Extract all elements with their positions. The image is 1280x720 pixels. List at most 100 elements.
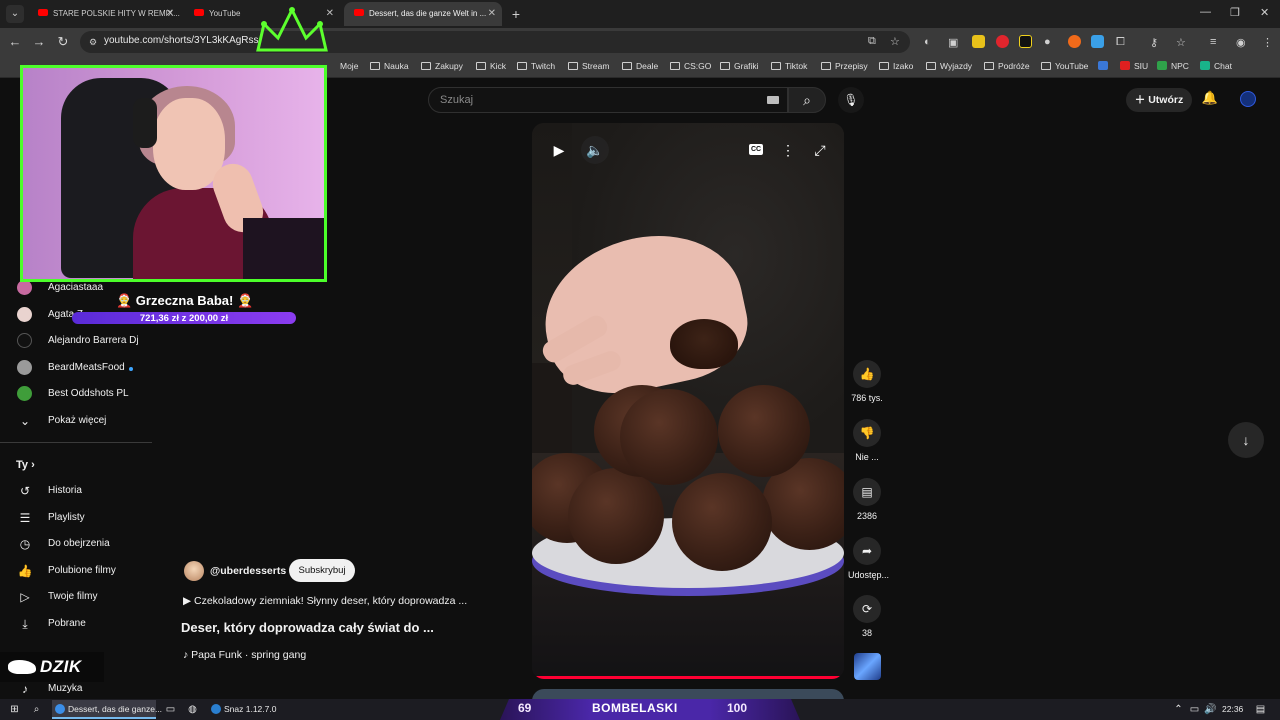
bookmark-stream[interactable]: Stream [568,61,609,71]
sidebar-channel-beardmeatsfood[interactable]: BeardMeatsFood [0,356,152,382]
remix-icon[interactable]: ⟳ [853,595,881,623]
restore-icon[interactable]: ❐ [1230,6,1240,19]
cast-icon[interactable]: ⧉ [868,35,876,48]
sidebar-show-more[interactable]: ⌄ Pokaż więcej [0,409,152,435]
sidebar-channel-best-oddshots[interactable]: Best Oddshots PL [0,382,152,408]
sidebar-item-historia[interactable]: ↺ Historia [0,479,152,505]
create-button[interactable]: ＋ Utwórz [1126,88,1192,112]
network-icon[interactable]: ▭ [1188,703,1201,716]
shorts-video-player[interactable]: ▶ 🔈 CC ⋮ ⤢ [532,123,844,679]
tab-search-button[interactable]: ⌄ [6,5,24,23]
play-icon[interactable]: ▶ [545,136,573,164]
password-key-icon[interactable]: ⚷ [1150,36,1158,49]
like-action[interactable]: 👍 786 tys. [848,360,886,403]
bookmark-npc[interactable]: NPC [1157,61,1189,71]
bookmark-zakupy[interactable]: Zakupy [421,61,463,71]
sidebar-item-pobrane[interactable]: ⤓ Pobrane [0,612,152,638]
sidebar-item-twoje-filmy[interactable]: ▷ Twoje filmy [0,585,152,611]
thumbs-down-icon[interactable]: 👎 [853,419,881,447]
extension-icon[interactable] [996,35,1009,48]
bookmark-chat[interactable]: Chat [1200,61,1232,71]
extensions-puzzle-icon[interactable]: ⧠ [1116,36,1125,49]
bookmark-izako[interactable]: Izako [879,61,913,71]
extension-icon[interactable] [1068,35,1081,48]
file-explorer-icon[interactable]: ▭ [164,703,177,716]
back-icon[interactable]: ← [6,33,24,51]
close-tab-icon[interactable]: ✕ [166,2,174,26]
subscribe-button[interactable]: Subskrybuj [289,559,355,582]
close-window-icon[interactable]: ✕ [1260,6,1269,19]
short-music[interactable]: ♪ Papa Funk · spring gang [183,649,306,661]
taskbar-app-browser[interactable]: Dessert, das die ganze... [52,700,162,719]
bookmark-extra[interactable] [1098,61,1112,71]
next-short-arrow-icon[interactable]: ↓ [1228,422,1264,458]
bookmark-przepisy[interactable]: Przepisy [821,61,868,71]
volume-icon[interactable]: 🔈 [581,136,609,164]
sidebar-channel-alejandro[interactable]: Alejandro Barrera Dj [0,329,152,355]
profile-icon[interactable]: ◉ [1236,36,1246,49]
extension-icon[interactable]: ◐ [924,36,931,48]
comments-action[interactable]: ▤ 2386 [848,478,886,521]
remix-action[interactable]: ⟳ 38 [848,595,886,638]
forward-icon[interactable]: → [30,33,48,51]
share-action[interactable]: ➦ Udostęp... [848,537,889,580]
comment-icon[interactable]: ▤ [853,478,881,506]
bookmark-tiktok[interactable]: Tiktok [771,61,807,71]
notifications-bell-icon[interactable]: 🔔 [1201,90,1219,108]
notification-center-icon[interactable]: ▤ [1254,703,1267,716]
taskbar-app-snaz[interactable]: Snaz 1.12.7.0 [208,700,288,719]
reading-list-icon[interactable]: ≡ [1210,36,1216,48]
new-tab-button[interactable]: + [506,4,526,24]
bookmark-youtube[interactable]: YouTube [1041,61,1088,71]
extension-icon[interactable] [972,35,985,48]
tab-dessert[interactable]: Dessert, das die ganze Welt in ... ✕ [344,2,502,26]
sidebar-you-header[interactable]: Ty › [16,459,35,471]
sidebar-item-playlisty[interactable]: ☰ Playlisty [0,506,152,532]
search-button[interactable]: ⌕ [788,87,826,113]
favorites-icon[interactable]: ☆ [1176,36,1186,49]
menu-kebab-icon[interactable]: ⋮ [1262,36,1273,49]
dislike-action[interactable]: 👎 Nie ... [848,419,886,462]
steam-icon[interactable]: ◍ [186,703,199,716]
bookmark-podroze[interactable]: Podróże [984,61,1030,71]
bookmark-moje[interactable]: Moje [340,61,358,71]
search-input[interactable]: Szukaj [428,87,788,113]
reload-icon[interactable]: ↻ [54,33,72,51]
extension-icon[interactable]: ● [1044,36,1051,48]
address-bar[interactable]: ⚙ youtube.com/shorts/3YL3kKAgRss ⧉ ☆ [80,31,910,53]
fullscreen-icon[interactable]: ⤢ [806,136,834,164]
more-options-icon[interactable]: ⋮ [774,136,802,164]
bookmark-deale[interactable]: Deale [622,61,658,71]
tray-chevron-icon[interactable]: ⌃ [1172,703,1185,716]
bookmark-siu[interactable]: SIU [1120,61,1148,71]
captions-icon[interactable]: CC [749,144,763,155]
extension-icon[interactable] [1091,35,1104,48]
video-progress-bar[interactable] [532,676,844,679]
windows-start-icon[interactable]: ⊞ [8,703,21,716]
bookmark-star-icon[interactable]: ☆ [890,35,900,48]
account-avatar[interactable] [1240,91,1256,107]
extension-icon[interactable] [1019,35,1032,48]
bookmark-twitch[interactable]: Twitch [517,61,555,71]
share-icon[interactable]: ➦ [853,537,881,565]
extension-icon[interactable]: ▣ [948,36,958,49]
sidebar-item-do-obejrzenia[interactable]: ◷ Do obejrzenia [0,532,152,558]
search-icon[interactable]: ⌕ [30,703,43,716]
short-description[interactable]: ▶ Czekoladowy ziemniak! Słynny deser, kt… [183,595,467,607]
tab-stare-polskie-hity[interactable]: STARE POLSKIE HITY W REMIX... ✕ [28,2,180,26]
channel-handle[interactable]: @uberdesserts [210,565,286,577]
voice-search-button[interactable]: 🎙 [838,87,864,113]
channel-avatar[interactable] [184,561,204,581]
bookmark-nauka[interactable]: Nauka [370,61,409,71]
keyboard-icon[interactable] [767,96,779,104]
short-title[interactable]: Deser, który doprowadza cały świat do ..… [181,620,434,635]
minimize-icon[interactable]: — [1200,6,1211,18]
thumbs-up-icon[interactable]: 👍 [853,360,881,388]
volume-icon[interactable]: 🔊 [1204,703,1217,716]
bookmark-grafiki[interactable]: Grafiki [720,61,759,71]
sound-thumbnail[interactable] [854,653,881,680]
site-info-icon[interactable]: ⚙ [86,35,100,49]
bookmark-wyjazdy[interactable]: Wyjazdy [926,61,972,71]
sidebar-item-polubione[interactable]: 👍 Polubione filmy [0,559,152,585]
bookmark-kick[interactable]: Kick [476,61,506,71]
